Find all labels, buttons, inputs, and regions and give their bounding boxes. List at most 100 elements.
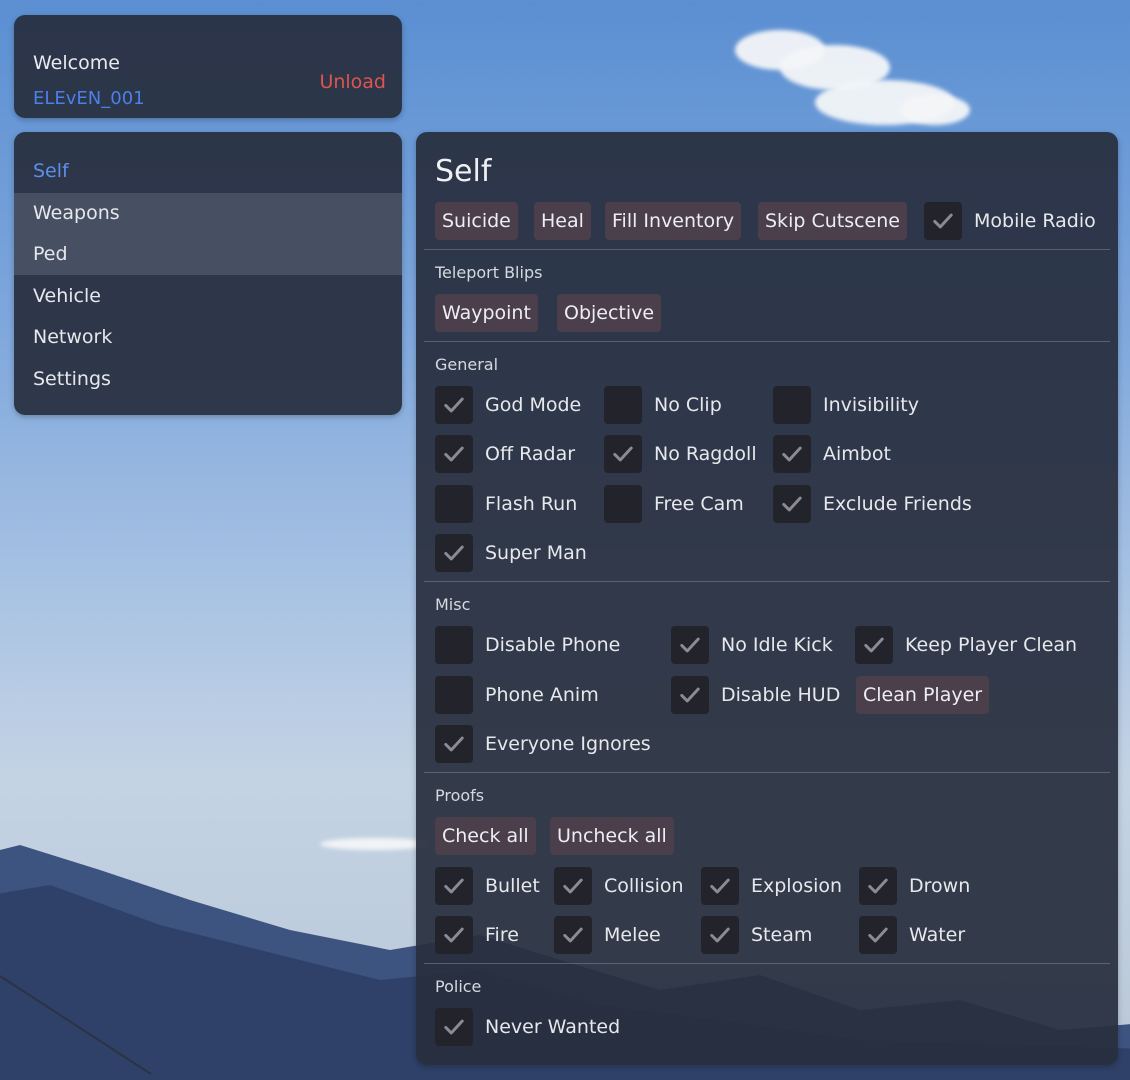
no-idle-kick-checkbox[interactable]: No Idle Kick [671, 625, 833, 665]
checkbox-box [435, 916, 473, 954]
check-all-button[interactable]: Check all [435, 817, 536, 855]
checkbox-box [554, 916, 592, 954]
checkbox-label: No Idle Kick [721, 634, 833, 656]
drown-checkbox[interactable]: Drown [859, 866, 970, 906]
disable-hud-checkbox[interactable]: Disable HUD [671, 675, 840, 715]
checkbox-box [859, 916, 897, 954]
checkbox-box [604, 386, 642, 424]
checkmark-icon [868, 878, 888, 894]
checkbox-box [435, 485, 473, 523]
checkmark-icon [680, 637, 700, 653]
fill-inventory-button[interactable]: Fill Inventory [605, 202, 742, 240]
sidebar-item-network[interactable]: Network [14, 317, 402, 358]
unload-button[interactable]: Unload [319, 71, 386, 93]
checkbox-label: Fire [485, 924, 519, 946]
heal-button[interactable]: Heal [534, 202, 591, 240]
disable-phone-checkbox[interactable]: Disable Phone [435, 625, 620, 665]
never-wanted-checkbox[interactable]: Never Wanted [435, 1007, 620, 1047]
fire-checkbox[interactable]: Fire [435, 915, 519, 955]
checkmark-icon [444, 397, 464, 413]
checkmark-icon [782, 446, 802, 462]
teleport-blips-heading: Teleport Blips [435, 263, 543, 282]
uncheck-all-button[interactable]: Uncheck all [550, 817, 674, 855]
divider [424, 249, 1110, 250]
waypoint-button[interactable]: Waypoint [435, 294, 538, 332]
checkbox-label: God Mode [485, 394, 582, 416]
checkmark-icon [680, 687, 700, 703]
checkbox-box [859, 867, 897, 905]
exclude-friends-checkbox[interactable]: Exclude Friends [773, 484, 972, 524]
checkbox-box [604, 485, 642, 523]
aimbot-checkbox[interactable]: Aimbot [773, 434, 891, 474]
checkbox-box [773, 485, 811, 523]
steam-checkbox[interactable]: Steam [701, 915, 812, 955]
checkbox-label: Explosion [751, 875, 843, 897]
checkbox-box [435, 435, 473, 473]
suicide-button[interactable]: Suicide [435, 202, 518, 240]
checkbox-label: Drown [909, 875, 971, 897]
off-radar-checkbox[interactable]: Off Radar [435, 434, 575, 474]
checkbox-box [604, 435, 642, 473]
checkbox-label: No Clip [654, 394, 722, 416]
divider [424, 772, 1110, 773]
checkbox-label: No Ragdoll [654, 443, 757, 465]
bullet-checkbox[interactable]: Bullet [435, 866, 540, 906]
checkmark-icon [868, 927, 888, 943]
checkbox-label: Never Wanted [485, 1016, 621, 1038]
sidebar-item-weapons[interactable]: Weapons [14, 193, 402, 234]
divider [424, 963, 1110, 964]
melee-checkbox[interactable]: Melee [554, 915, 661, 955]
skip-cutscene-button[interactable]: Skip Cutscene [758, 202, 907, 240]
checkmark-icon [710, 878, 730, 894]
keep-player-clean-checkbox[interactable]: Keep Player Clean [855, 625, 1077, 665]
checkbox-box [671, 676, 709, 714]
checkbox-label: Everyone Ignores [485, 733, 651, 755]
checkbox-label: Free Cam [654, 493, 744, 515]
checkmark-icon [710, 927, 730, 943]
checkmark-icon [864, 637, 884, 653]
explosion-checkbox[interactable]: Explosion [701, 866, 842, 906]
checkmark-icon [782, 496, 802, 512]
everyone-ignores-checkbox[interactable]: Everyone Ignores [435, 724, 651, 764]
checkbox-label: Collision [604, 875, 684, 897]
checkbox-label: Invisibility [823, 394, 919, 416]
general-heading: General [435, 355, 499, 374]
sidebar-item-self[interactable]: Self [14, 151, 402, 192]
flash-run-checkbox[interactable]: Flash Run [435, 484, 577, 524]
checkbox-label: Mobile Radio [974, 210, 1096, 232]
username-label: ELEvEN_001 [33, 88, 145, 109]
proofs-heading: Proofs [435, 786, 485, 805]
clean-player-button[interactable]: Clean Player [856, 676, 990, 714]
checkbox-box [855, 626, 893, 664]
divider [424, 581, 1110, 582]
checkmark-icon [444, 545, 464, 561]
checkbox-box [435, 867, 473, 905]
sidebar-nav: Self Weapons Ped Vehicle Network Setting… [14, 132, 402, 415]
checkbox-box [773, 386, 811, 424]
checkmark-icon [563, 878, 583, 894]
free-cam-checkbox[interactable]: Free Cam [604, 484, 744, 524]
god-mode-checkbox[interactable]: God Mode [435, 385, 581, 425]
invisibility-checkbox[interactable]: Invisibility [773, 385, 919, 425]
no-clip-checkbox[interactable]: No Clip [604, 385, 722, 425]
checkbox-label: Steam [751, 924, 813, 946]
objective-button[interactable]: Objective [557, 294, 662, 332]
page-title: Self [435, 154, 492, 189]
checkbox-label: Super Man [485, 542, 587, 564]
checkbox-box [435, 386, 473, 424]
sidebar-item-ped[interactable]: Ped [14, 234, 402, 275]
no-ragdoll-checkbox[interactable]: No Ragdoll [604, 434, 757, 474]
sidebar-item-vehicle[interactable]: Vehicle [14, 276, 402, 317]
welcome-panel: Welcome ELEvEN_001 Unload [14, 15, 402, 118]
phone-anim-checkbox[interactable]: Phone Anim [435, 675, 599, 715]
super-man-checkbox[interactable]: Super Man [435, 533, 587, 573]
self-panel: Self Suicide Heal Fill Inventory Skip Cu… [416, 132, 1118, 1065]
checkbox-label: Aimbot [823, 443, 891, 465]
mobile-radio-checkbox[interactable]: Mobile Radio [924, 201, 1096, 241]
water-checkbox[interactable]: Water [859, 915, 965, 955]
checkbox-label: Disable Phone [485, 634, 621, 656]
collision-checkbox[interactable]: Collision [554, 866, 684, 906]
sidebar-item-settings[interactable]: Settings [14, 359, 402, 400]
checkbox-box [435, 534, 473, 572]
checkbox-box [701, 916, 739, 954]
